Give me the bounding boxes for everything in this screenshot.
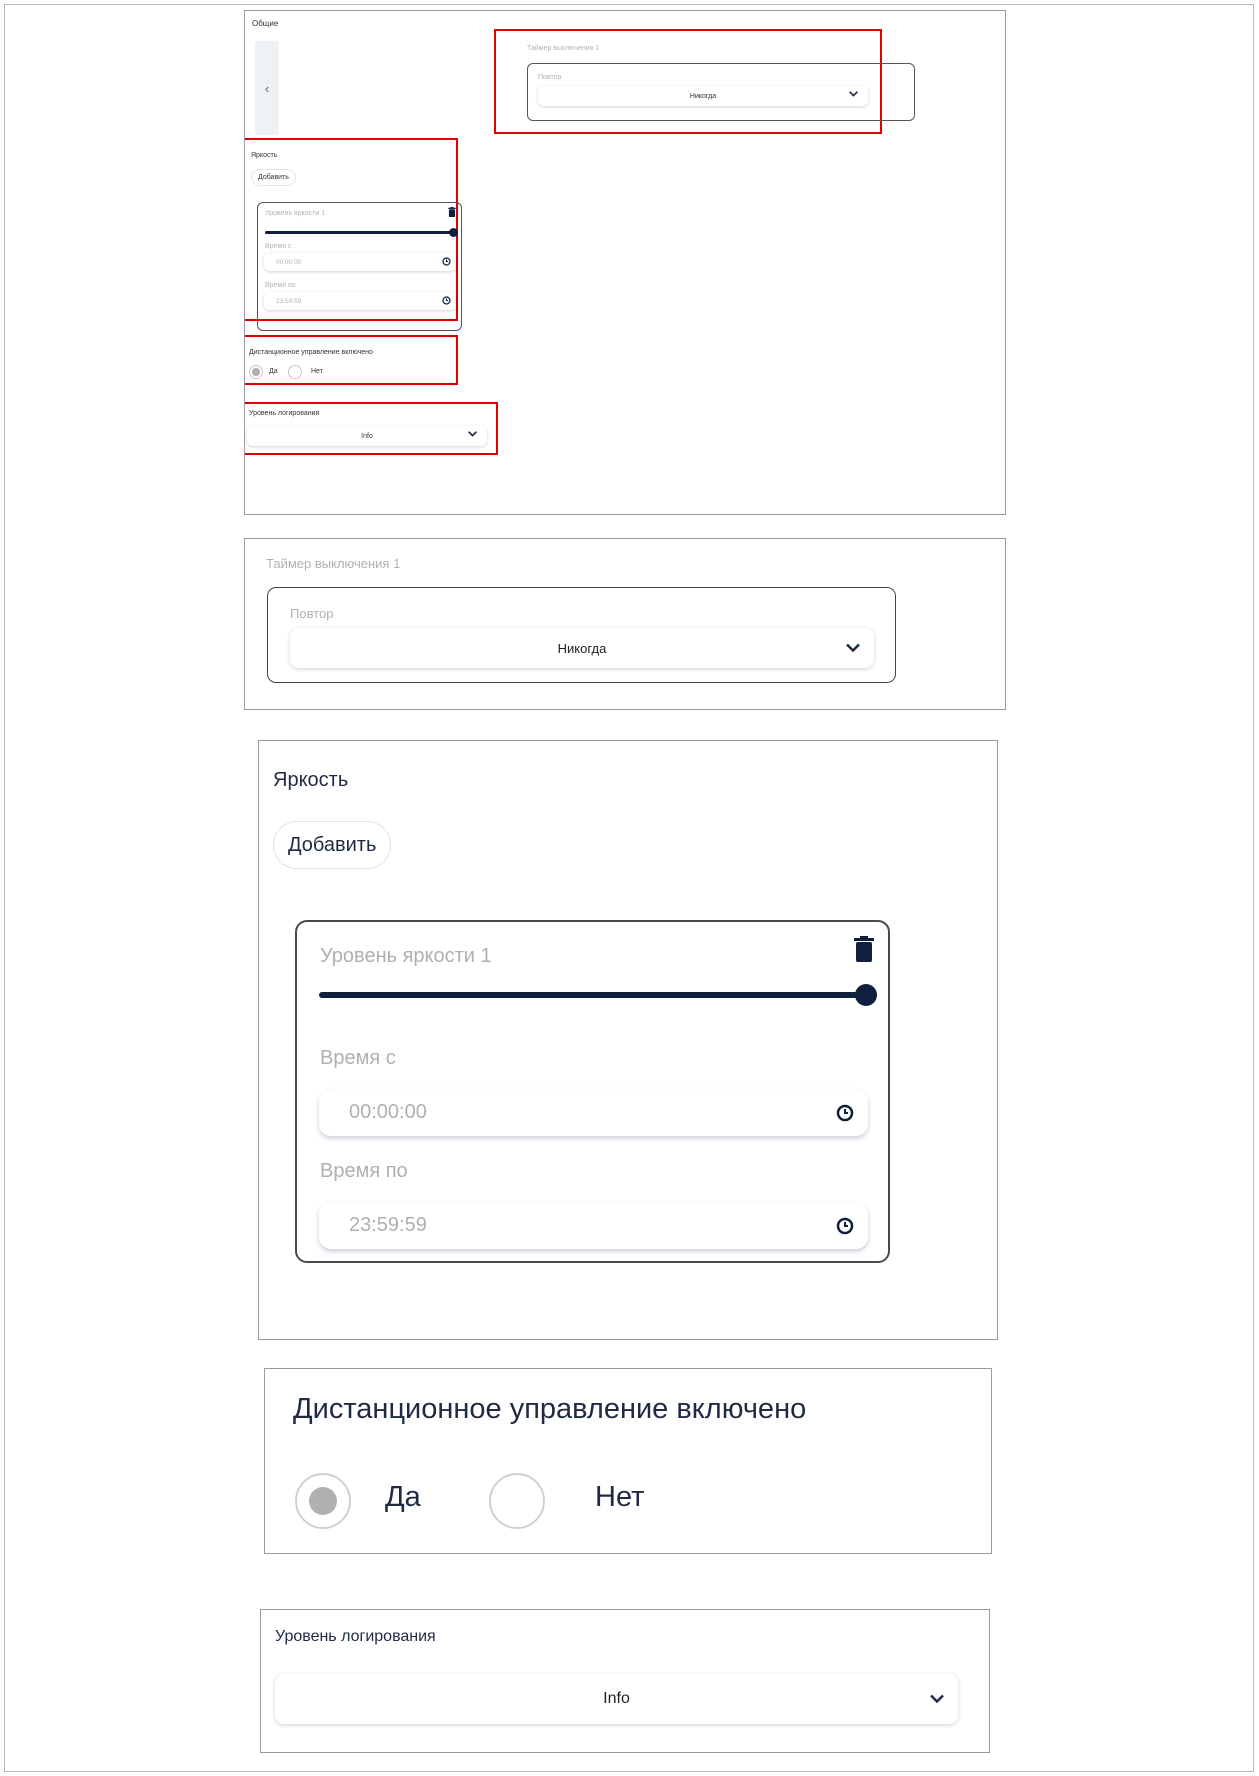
- remote-title: Дистанционное управление включено: [249, 349, 373, 356]
- timer-highlight: Таймер выключения 1 Повтор Никогда: [494, 29, 915, 134]
- time-from-label: Время с: [265, 243, 292, 250]
- section-title: Общие: [252, 19, 279, 28]
- logging-select-value: Info: [361, 432, 373, 440]
- repeat-select[interactable]: Никогда: [290, 628, 874, 668]
- time-to-label: Время по: [265, 282, 296, 289]
- time-to-label: Время по: [320, 1160, 408, 1182]
- repeat-select-value: Никогда: [689, 92, 717, 100]
- repeat-label: Повтор: [290, 606, 334, 621]
- brightness-level-label: Уровень яркости 1: [265, 210, 326, 217]
- radio-yes[interactable]: [295, 1473, 351, 1529]
- remote-title: Дистанционное управление включено: [293, 1393, 807, 1425]
- radio-yes[interactable]: [249, 365, 263, 379]
- remote-panel: Дистанционное управление включено Да Нет: [264, 1368, 992, 1554]
- chevron-down-icon: [849, 89, 858, 99]
- repeat-label: Повтор: [538, 74, 562, 81]
- time-to-field[interactable]: 23:59:59: [319, 1202, 868, 1249]
- logging-select-value: Info: [603, 1690, 630, 1707]
- brightness-title: Яркость: [273, 769, 349, 791]
- time-to-value: 23:59:59: [349, 1214, 427, 1236]
- trash-icon[interactable]: [448, 207, 456, 217]
- clock-icon[interactable]: [836, 1104, 854, 1122]
- add-button-label: Добавить: [288, 833, 377, 856]
- time-to-field[interactable]: 23:59:59: [264, 292, 457, 310]
- clock-icon[interactable]: [442, 296, 451, 305]
- radio-yes-dot: [252, 368, 260, 376]
- timer-card: Повтор Никогда: [267, 587, 896, 683]
- add-button-label: Добавить: [258, 174, 289, 181]
- time-from-value: 00:00:00: [276, 258, 302, 266]
- chevron-left-icon: ‹: [264, 80, 270, 96]
- brightness-level-label: Уровень яркости 1: [320, 945, 492, 967]
- logging-panel: Уровень логирования Info: [260, 1609, 990, 1753]
- time-from-label: Время с: [320, 1047, 396, 1069]
- logging-title: Уровень логирования: [249, 410, 320, 417]
- radio-no[interactable]: [489, 1473, 545, 1529]
- add-brightness-button[interactable]: Добавить: [251, 169, 296, 186]
- timer-title: Таймер выключения 1: [266, 556, 401, 571]
- logging-select[interactable]: Info: [247, 426, 487, 446]
- slider-thumb[interactable]: [449, 228, 458, 237]
- trash-icon[interactable]: [854, 936, 874, 962]
- chevron-down-icon: [846, 643, 860, 653]
- chevron-down-icon: [930, 1694, 944, 1704]
- slider-thumb[interactable]: [855, 984, 877, 1006]
- clock-icon[interactable]: [442, 257, 451, 266]
- brightness-card: Уровень яркости 1 Время с 00:00:00 Время…: [295, 920, 890, 1263]
- time-from-field[interactable]: 00:00:00: [264, 253, 457, 271]
- repeat-select-value: Никогда: [557, 640, 607, 656]
- overview-screenshot: Общие ‹ Таймер выключения 1 Повтор Никог…: [244, 10, 1006, 515]
- logging-overview: Уровень логирования Info: [245, 404, 495, 453]
- timer-panel: Таймер выключения 1 Повтор Никогда: [244, 538, 1006, 710]
- timer-title: Таймер выключения 1: [527, 45, 600, 52]
- time-from-value: 00:00:00: [349, 1101, 427, 1123]
- time-to-value: 23:59:59: [276, 297, 302, 305]
- clock-icon[interactable]: [836, 1217, 854, 1235]
- chevron-down-icon: [468, 429, 477, 439]
- time-from-field[interactable]: 00:00:00: [319, 1089, 868, 1136]
- radio-no[interactable]: [288, 365, 302, 379]
- radio-yes-label: Да: [385, 1481, 421, 1513]
- add-brightness-button[interactable]: Добавить: [273, 821, 392, 869]
- timer-card: Повтор Никогда: [527, 63, 915, 121]
- radio-yes-label: Да: [269, 368, 278, 375]
- radio-no-label: Нет: [595, 1481, 645, 1513]
- radio-no-label: Нет: [311, 368, 323, 375]
- brightness-card: Уровень яркости 1 Время с 00:00:00 Время…: [257, 202, 462, 331]
- logging-title: Уровень логирования: [275, 1628, 436, 1645]
- back-button[interactable]: ‹: [255, 41, 279, 135]
- brightness-title: Яркость: [251, 152, 278, 159]
- remote-overview: Дистанционное управление включено Да Нет: [245, 337, 455, 383]
- brightness-slider[interactable]: [319, 984, 877, 1006]
- logging-select[interactable]: Info: [275, 1674, 958, 1724]
- radio-yes-dot: [309, 1487, 337, 1515]
- brightness-panel: Яркость Добавить Уровень яркости 1 Время…: [258, 740, 998, 1340]
- brightness-overview: Яркость Добавить Уровень яркости 1 Время…: [245, 140, 462, 331]
- repeat-select[interactable]: Никогда: [538, 86, 868, 106]
- brightness-slider[interactable]: [265, 228, 458, 237]
